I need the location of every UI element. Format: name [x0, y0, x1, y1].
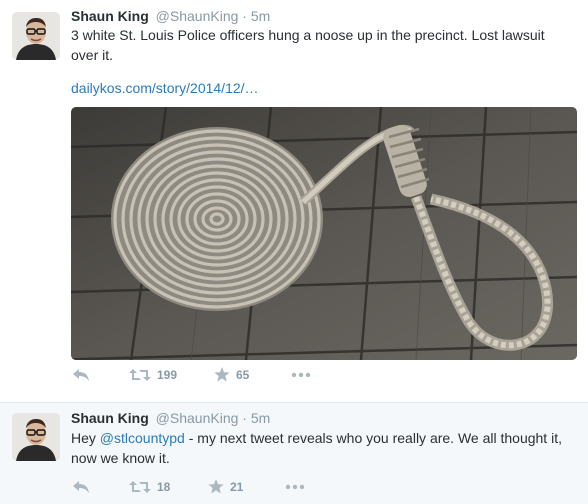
- reply-button[interactable]: [72, 368, 129, 382]
- more-icon: [285, 484, 305, 489]
- more-icon: [291, 372, 311, 377]
- avatar[interactable]: [12, 12, 60, 60]
- tweet-text-line-2: over it.: [71, 47, 114, 63]
- more-button[interactable]: [285, 484, 305, 490]
- tweet-1[interactable]: Shaun King @ShaunKing · 5m 3 white St. L…: [0, 0, 588, 403]
- tweet-2[interactable]: Shaun King @ShaunKing · 5m Hey @stlcount…: [0, 403, 588, 504]
- tweet-actions: 199 65: [72, 367, 311, 382]
- retweet-button[interactable]: 18: [129, 480, 208, 494]
- tweet-text-line-2: now we know it.: [71, 450, 170, 466]
- separator-dot: ·: [242, 8, 247, 24]
- tweet-photo[interactable]: [71, 107, 577, 360]
- timestamp[interactable]: 5m: [251, 410, 270, 426]
- tweet-link[interactable]: dailykos.com/story/2014/12/…: [71, 78, 571, 98]
- more-button[interactable]: [291, 372, 311, 378]
- favorite-button[interactable]: 21: [208, 479, 285, 494]
- text-suffix: - my next tweet reveals who you really a…: [184, 430, 562, 446]
- username[interactable]: @ShaunKing: [156, 410, 239, 426]
- display-name[interactable]: Shaun King: [71, 8, 149, 24]
- text-prefix: Hey: [71, 430, 100, 446]
- tweet-text-line-1: 3 white St. Louis Police officers hung a…: [71, 27, 545, 43]
- retweet-count: 199: [157, 367, 178, 382]
- star-icon: [214, 367, 230, 382]
- favorite-button[interactable]: 65: [214, 367, 291, 382]
- retweet-icon: [129, 368, 151, 381]
- username[interactable]: @ShaunKing: [156, 8, 239, 24]
- retweet-icon: [129, 480, 151, 493]
- tweet-text-line-1: Hey @stlcountypd - my next tweet reveals…: [71, 428, 571, 448]
- tweet-text: Hey @stlcountypd - my next tweet reveals…: [71, 428, 571, 468]
- retweet-count: 18: [157, 479, 171, 494]
- star-icon: [208, 479, 224, 494]
- retweet-button[interactable]: 199: [129, 368, 214, 382]
- reply-icon: [73, 368, 89, 381]
- tweet-actions: 18 21: [72, 479, 305, 494]
- display-name[interactable]: Shaun King: [71, 410, 149, 426]
- mention-link[interactable]: @stlcountypd: [100, 430, 185, 446]
- separator-dot: ·: [242, 410, 247, 426]
- timestamp[interactable]: 5m: [251, 8, 270, 24]
- favorite-count: 21: [230, 479, 244, 494]
- favorite-count: 65: [236, 367, 250, 382]
- tweet-header: Shaun King @ShaunKing · 5m: [71, 8, 270, 24]
- noose-photo: [71, 107, 577, 360]
- reply-icon: [73, 480, 89, 493]
- avatar[interactable]: [12, 413, 60, 461]
- reply-button[interactable]: [72, 480, 129, 494]
- tweet-header: Shaun King @ShaunKing · 5m: [71, 410, 270, 426]
- tweet-text: 3 white St. Louis Police officers hung a…: [71, 25, 571, 65]
